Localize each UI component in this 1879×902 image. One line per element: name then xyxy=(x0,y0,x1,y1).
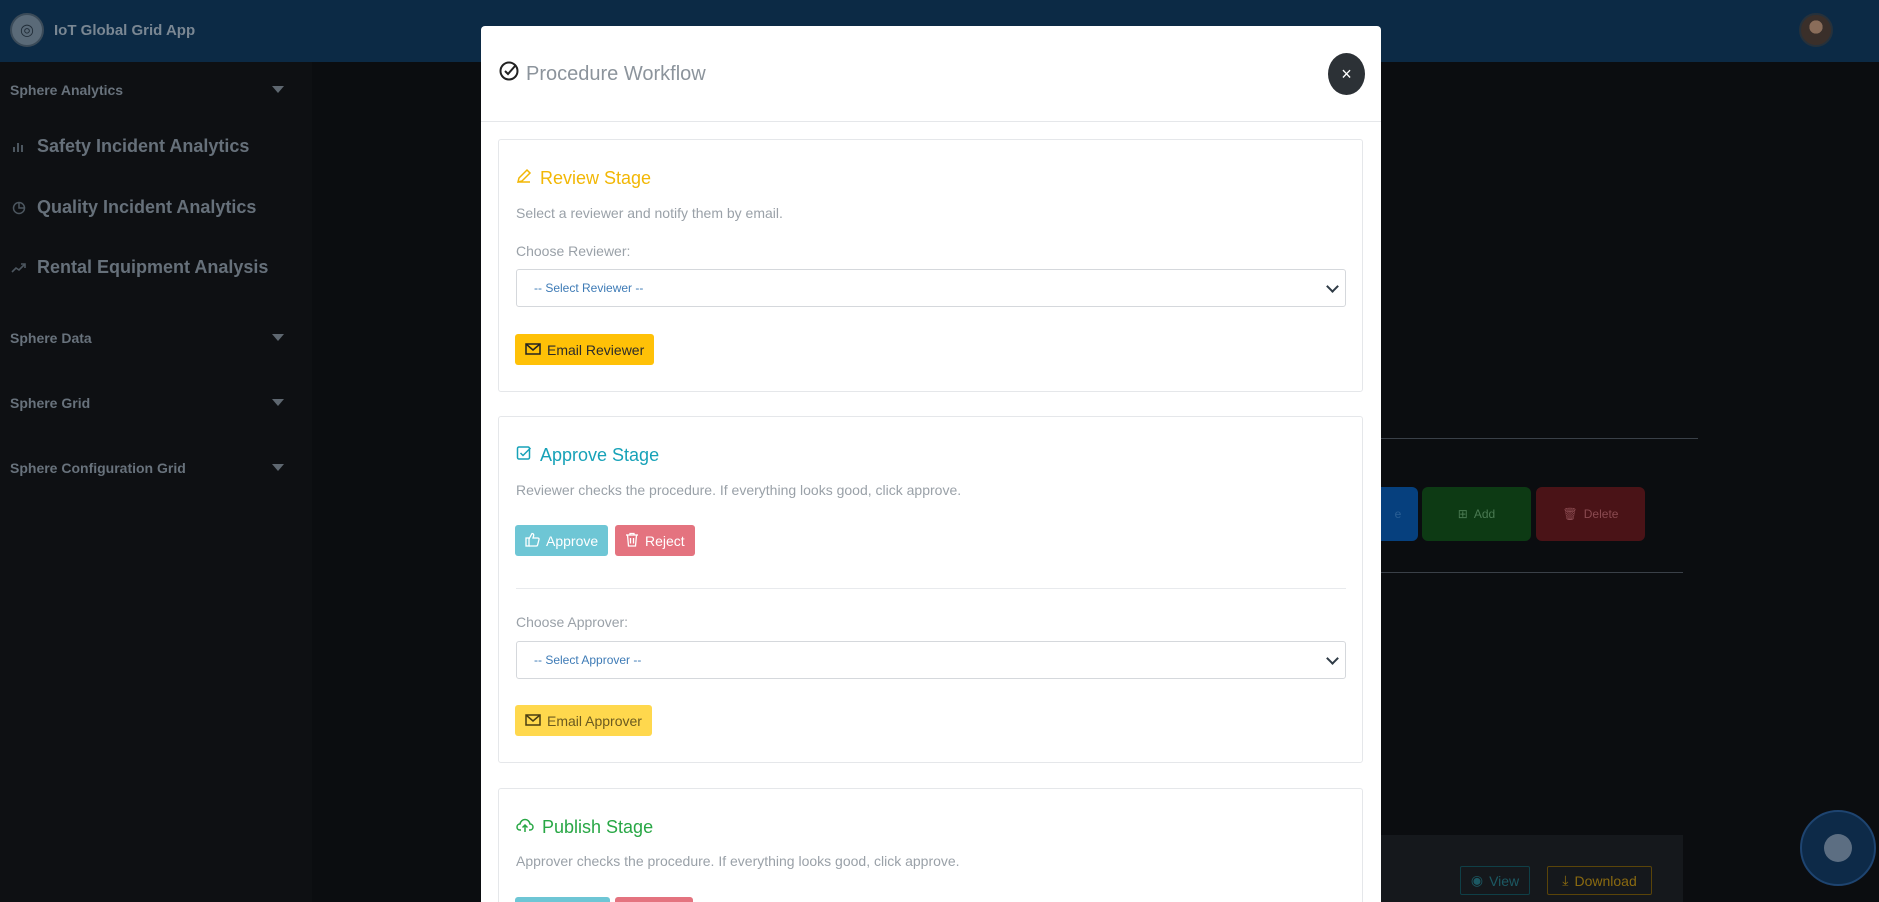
email-reviewer-button[interactable]: Email Reviewer xyxy=(515,334,655,365)
download-icon: ⤓ xyxy=(1562,872,1569,888)
stage-title-text: Publish Stage xyxy=(542,817,654,837)
review-stage-card: Review Stage Select a reviewer and notif… xyxy=(498,139,1363,392)
chevron-down-icon xyxy=(1326,652,1339,665)
review-stage-description: Select a reviewer and notify them by ema… xyxy=(516,205,783,221)
sidebar-item-label: Safety Incident Analytics xyxy=(37,136,250,156)
pencil-icon xyxy=(516,168,532,189)
trash-icon: 🗑 xyxy=(1562,507,1578,521)
trend-icon xyxy=(10,259,27,276)
divider xyxy=(516,588,1346,589)
caret-down-icon[interactable] xyxy=(272,399,284,406)
sidebar: Sphere Analytics Safety Incident Analyti… xyxy=(0,62,312,902)
button-label: Email Approver xyxy=(547,712,642,729)
procedure-workflow-modal: Procedure Workflow × Review Stage Select… xyxy=(481,26,1381,902)
sidebar-item-label: Rental Equipment Analysis xyxy=(37,257,269,277)
publish-approve-button[interactable] xyxy=(515,897,610,902)
app-title: IoT Global Grid App xyxy=(54,21,196,39)
delete-button[interactable]: 🗑 Delete xyxy=(1536,487,1645,541)
plus-square-icon: ⊞ xyxy=(1457,507,1468,521)
modal-header: Procedure Workflow × xyxy=(481,26,1381,122)
select-value: -- Select Reviewer -- xyxy=(534,281,644,295)
modal-title: Procedure Workflow xyxy=(498,60,706,88)
app-logo-icon: ◎ xyxy=(10,13,44,47)
button-label: Delete xyxy=(1583,507,1619,521)
reject-button[interactable]: Reject xyxy=(615,525,695,556)
reviewer-select[interactable]: -- Select Reviewer -- xyxy=(516,269,1346,307)
brand[interactable]: ◎ IoT Global Grid App xyxy=(10,13,195,47)
select-value: -- Select Approver -- xyxy=(534,653,642,667)
chat-icon xyxy=(1824,834,1852,862)
publish-reject-button[interactable] xyxy=(615,897,693,902)
envelope-icon xyxy=(525,342,541,358)
divider xyxy=(1381,572,1683,573)
button-label: e xyxy=(1394,507,1402,521)
approve-button[interactable]: Approve xyxy=(515,525,609,556)
bar-chart-icon xyxy=(10,138,27,155)
approve-stage-card: Approve Stage Reviewer checks the proced… xyxy=(498,416,1363,763)
publish-stage-description: Approver checks the procedure. If everyt… xyxy=(516,853,960,869)
sidebar-section-sphere-grid[interactable]: Sphere Grid xyxy=(10,395,90,411)
eye-icon: ◉ xyxy=(1470,872,1484,888)
modal-title-text: Procedure Workflow xyxy=(526,62,706,85)
sidebar-section-sphere-data[interactable]: Sphere Data xyxy=(10,330,92,346)
caret-down-icon[interactable] xyxy=(272,86,284,93)
envelope-icon xyxy=(525,713,541,729)
button-label: Download xyxy=(1574,872,1637,889)
caret-down-icon[interactable] xyxy=(272,334,284,341)
pie-chart-icon xyxy=(10,199,27,216)
button-label: Email Reviewer xyxy=(547,341,645,358)
button-label: Add xyxy=(1473,507,1496,521)
button-label: Reject xyxy=(645,532,685,549)
button-label: View xyxy=(1489,872,1520,889)
sidebar-section-sphere-analytics[interactable]: Sphere Analytics xyxy=(10,82,123,98)
stage-title-text: Approve Stage xyxy=(540,445,660,465)
cloud-upload-icon xyxy=(516,817,534,838)
publish-stage-card: Publish Stage Approver checks the proced… xyxy=(498,788,1363,902)
approve-stage-description: Reviewer checks the procedure. If everyt… xyxy=(516,482,962,498)
sidebar-section-sphere-configuration-grid[interactable]: Sphere Configuration Grid xyxy=(10,460,186,476)
review-stage-title: Review Stage xyxy=(516,168,651,189)
approver-select[interactable]: -- Select Approver -- xyxy=(516,641,1346,679)
choose-approver-label: Choose Approver: xyxy=(516,614,629,630)
chevron-down-icon xyxy=(1326,280,1339,293)
user-avatar[interactable] xyxy=(1799,13,1833,47)
approve-stage-title: Approve Stage xyxy=(516,445,659,466)
download-button[interactable]: ⤓ Download xyxy=(1547,866,1652,895)
email-approver-button[interactable]: Email Approver xyxy=(515,705,652,736)
caret-down-icon[interactable] xyxy=(272,464,284,471)
add-button[interactable]: ⊞ Add xyxy=(1422,487,1531,541)
trash-icon xyxy=(625,532,639,550)
close-button[interactable]: × xyxy=(1328,53,1365,95)
publish-stage-title: Publish Stage xyxy=(516,817,653,838)
sidebar-item-label: Quality Incident Analytics xyxy=(37,197,257,217)
view-button[interactable]: ◉ View xyxy=(1460,866,1530,895)
sidebar-item-safety-incident-analytics[interactable]: Safety Incident Analytics xyxy=(10,136,249,157)
sidebar-item-quality-incident-analytics[interactable]: Quality Incident Analytics xyxy=(10,197,256,218)
check-circle-icon xyxy=(498,60,520,88)
chat-widget-button[interactable] xyxy=(1800,810,1876,886)
thumbs-up-icon xyxy=(525,532,540,550)
button-label: Approve xyxy=(546,532,599,549)
stage-title-text: Review Stage xyxy=(540,168,652,188)
choose-reviewer-label: Choose Reviewer: xyxy=(516,243,631,259)
check-square-icon xyxy=(516,445,532,466)
divider xyxy=(1381,438,1698,439)
sidebar-item-rental-equipment-analysis[interactable]: Rental Equipment Analysis xyxy=(10,257,268,278)
partial-button[interactable]: e xyxy=(1378,487,1418,541)
